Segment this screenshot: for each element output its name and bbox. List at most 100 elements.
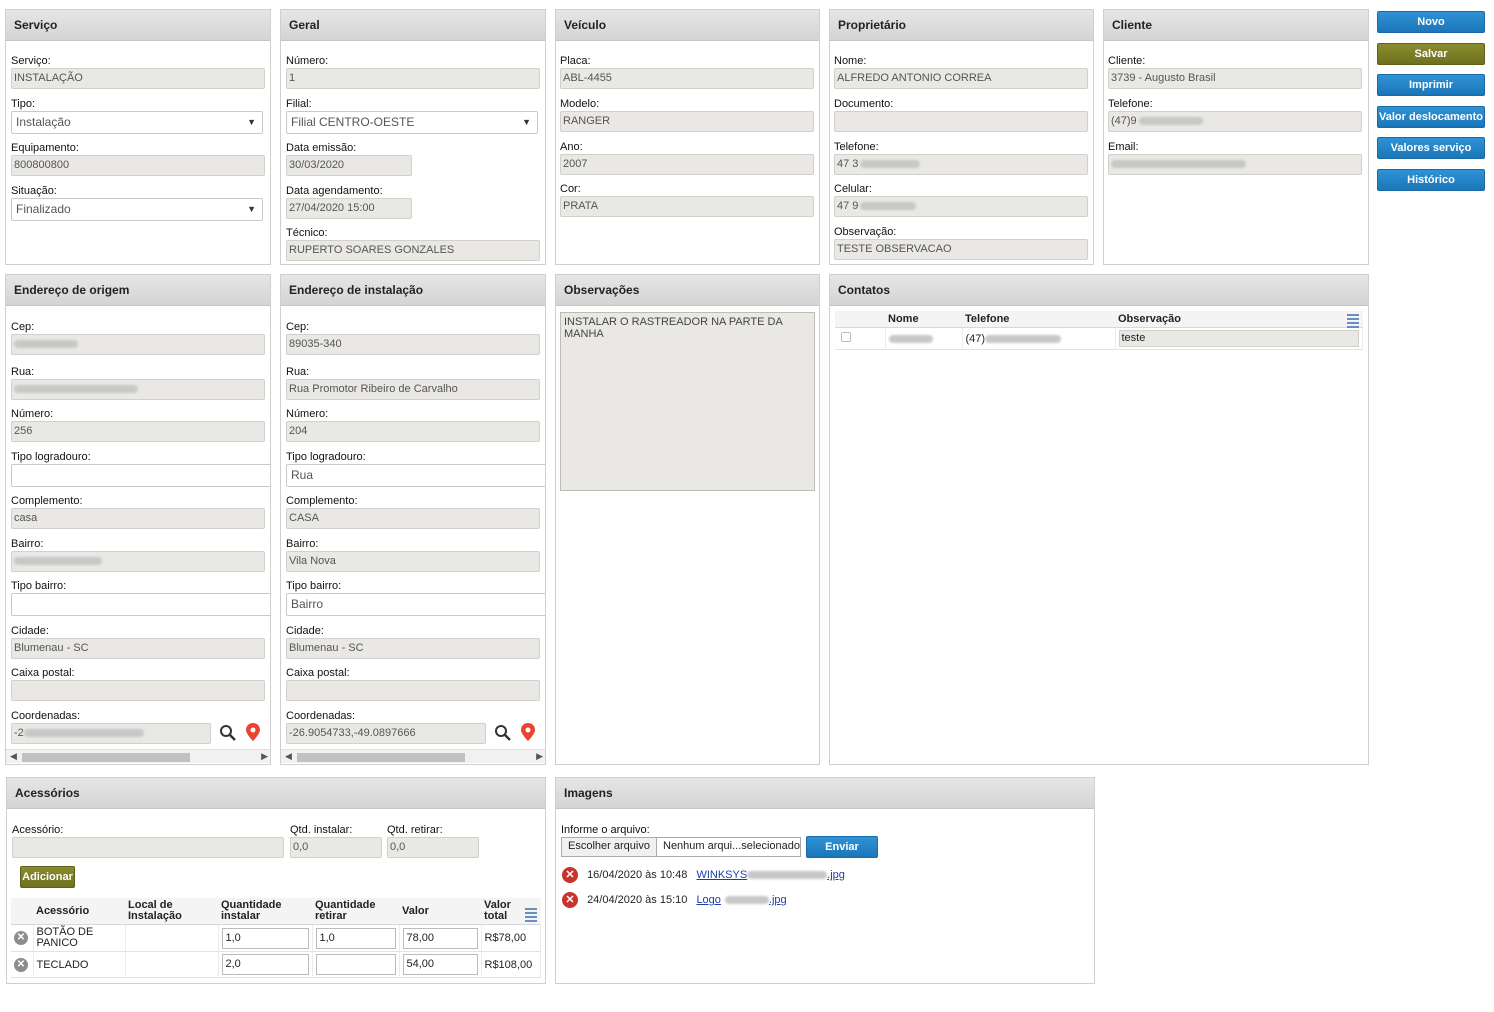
scroll-left-icon[interactable]: ◀ xyxy=(285,751,292,762)
numero-field[interactable]: 204 xyxy=(286,421,540,442)
enviar-button[interactable]: Enviar xyxy=(806,836,878,858)
search-icon[interactable] xyxy=(219,724,237,742)
file-link[interactable]: Logo .jpg xyxy=(696,894,786,906)
column-menu-icon[interactable] xyxy=(524,908,537,924)
observacao-field[interactable]: TESTE OBSERVACAO xyxy=(834,239,1088,260)
telefone-cell-value: (47) xyxy=(965,332,986,345)
numero-field[interactable]: 1 xyxy=(286,68,540,89)
bairro-field[interactable] xyxy=(11,551,265,572)
header-qtd-instalar[interactable]: Quantidade instalar xyxy=(218,898,312,925)
header-valor-total[interactable]: Valor total xyxy=(481,898,541,925)
header-qtd-retirar[interactable]: Quantidade retirar xyxy=(312,898,399,925)
cliente-telefone-field[interactable]: (47)9 xyxy=(1108,111,1362,132)
cep-field[interactable] xyxy=(11,334,265,355)
valores-servico-button[interactable]: Valores serviço xyxy=(1377,137,1485,159)
qtd-instalar-input[interactable]: 1,0 xyxy=(221,927,309,949)
telefone-field[interactable]: 47 3 xyxy=(834,154,1088,175)
header-local[interactable]: Local de Instalação xyxy=(125,898,218,925)
email-field[interactable] xyxy=(1108,154,1362,175)
tipo-bairro-select[interactable]: Bairro xyxy=(286,593,545,616)
novo-button[interactable]: Novo xyxy=(1377,11,1485,33)
qtd-instalar-field[interactable]: 0,0 xyxy=(290,837,382,858)
qtd-retirar-input[interactable] xyxy=(315,954,396,975)
table-row[interactable]: ✕ BOTÃO DE PANICO 1,0 1,0 78,00 R$78,00 xyxy=(11,924,541,952)
situacao-select[interactable]: Finalizado ▼ xyxy=(11,198,263,221)
search-icon[interactable] xyxy=(494,724,512,742)
numero-field[interactable]: 256 xyxy=(11,421,265,442)
qtd-instalar-input[interactable]: 2,0 xyxy=(221,954,309,975)
observacao-cell-input[interactable]: teste xyxy=(1118,330,1359,347)
modelo-field[interactable]: RANGER xyxy=(560,111,814,132)
equipamento-field[interactable]: 800800800 xyxy=(11,155,265,176)
adicionar-button[interactable]: Adicionar xyxy=(20,866,75,888)
scroll-right-icon[interactable]: ▶ xyxy=(536,751,543,762)
celular-field[interactable]: 47 9 xyxy=(834,196,1088,217)
remove-icon[interactable]: ✕ xyxy=(14,957,28,972)
acessorio-field[interactable] xyxy=(12,837,284,858)
header-nome[interactable]: Nome xyxy=(885,311,962,328)
data-emissao-field[interactable]: 30/03/2020 xyxy=(286,155,412,176)
caixa-postal-field[interactable] xyxy=(11,680,265,701)
header-telefone[interactable]: Telefone xyxy=(962,311,1115,328)
delete-icon[interactable]: ✕ xyxy=(562,867,578,883)
tipo-select-value: Instalação xyxy=(16,115,71,129)
delete-icon[interactable]: ✕ xyxy=(562,892,578,908)
header-valor[interactable]: Valor xyxy=(399,898,481,925)
documento-field[interactable] xyxy=(834,111,1088,132)
tipo-select[interactable]: Instalação ▼ xyxy=(11,111,263,134)
column-menu-icon[interactable] xyxy=(1346,314,1359,330)
coordenadas-field[interactable]: -26.9054733,-49.0897666 xyxy=(286,723,486,744)
cor-field[interactable]: PRATA xyxy=(560,196,814,217)
caixa-postal-label: Caixa postal: xyxy=(11,667,75,679)
complemento-field[interactable]: CASA xyxy=(286,508,540,529)
rua-field[interactable]: Rua Promotor Ribeiro de Carvalho xyxy=(286,379,540,400)
file-input[interactable]: Escolher arquivo Nenhum arqui...selecion… xyxy=(561,837,801,857)
nome-field[interactable]: ALFREDO ANTONIO CORREA xyxy=(834,68,1088,89)
cliente-field[interactable]: 3739 - Augusto Brasil xyxy=(1108,68,1362,89)
remove-icon[interactable]: ✕ xyxy=(14,931,28,945)
scrollbar-thumb[interactable] xyxy=(297,753,465,762)
imprimir-button[interactable]: Imprimir xyxy=(1377,74,1485,96)
tecnico-field[interactable]: RUPERTO SOARES GONZALES xyxy=(286,240,540,261)
tipo-logradouro-select[interactable] xyxy=(11,464,270,487)
tipo-bairro-select[interactable] xyxy=(11,593,270,616)
ano-field[interactable]: 2007 xyxy=(560,154,814,175)
table-row[interactable]: (47) teste xyxy=(835,327,1363,350)
salvar-button[interactable]: Salvar xyxy=(1377,43,1485,65)
bairro-field[interactable]: Vila Nova xyxy=(286,551,540,572)
cep-field[interactable]: 89035-340 xyxy=(286,334,540,355)
valor-cell: 78,00 xyxy=(399,924,482,952)
map-pin-icon[interactable] xyxy=(521,723,535,741)
map-pin-icon[interactable] xyxy=(246,723,260,741)
valor-input[interactable]: 78,00 xyxy=(402,927,478,949)
horizontal-scrollbar[interactable]: ◀ ▶ xyxy=(281,749,545,763)
coordenadas-field[interactable]: -2 xyxy=(11,723,211,744)
valor-input[interactable]: 54,00 xyxy=(402,954,478,975)
qtd-retirar-field[interactable]: 0,0 xyxy=(387,837,479,858)
data-agendamento-field[interactable]: 27/04/2020 15:00 xyxy=(286,198,412,219)
table-row[interactable]: ✕ TECLADO 2,0 54,00 R$108,00 xyxy=(11,951,541,978)
row-checkbox[interactable] xyxy=(841,332,851,342)
header-acessorio[interactable]: Acessório xyxy=(33,898,125,925)
horizontal-scrollbar[interactable]: ◀ ▶ xyxy=(6,749,270,763)
escolher-arquivo-button[interactable]: Escolher arquivo xyxy=(562,838,657,856)
scroll-right-icon[interactable]: ▶ xyxy=(261,751,268,762)
observacoes-textarea[interactable]: INSTALAR O RASTREADOR NA PARTE DA MANHA xyxy=(560,312,815,491)
valor-deslocamento-button[interactable]: Valor deslocamento xyxy=(1377,106,1485,128)
placa-field[interactable]: ABL-4455 xyxy=(560,68,814,89)
rua-field[interactable] xyxy=(11,379,265,400)
file-link[interactable]: WINKSYS .jpg xyxy=(696,869,844,881)
filial-select[interactable]: Filial CENTRO-OESTE ▼ xyxy=(286,111,538,134)
imagens-panel: Imagens Informe o arquivo: Escolher arqu… xyxy=(555,777,1095,984)
tipo-logradouro-select[interactable]: Rua xyxy=(286,464,545,487)
header-observacao[interactable]: Observação xyxy=(1115,311,1363,328)
scroll-left-icon[interactable]: ◀ xyxy=(10,751,17,762)
historico-button[interactable]: Histórico xyxy=(1377,169,1485,191)
scrollbar-thumb[interactable] xyxy=(22,753,190,762)
qtd-retirar-input[interactable]: 1,0 xyxy=(315,927,396,949)
caixa-postal-field[interactable] xyxy=(286,680,540,701)
complemento-field[interactable]: casa xyxy=(11,508,265,529)
cidade-field[interactable]: Blumenau - SC xyxy=(286,638,540,659)
servico-field[interactable]: INSTALAÇÃO xyxy=(11,68,265,89)
cidade-field[interactable]: Blumenau - SC xyxy=(11,638,265,659)
